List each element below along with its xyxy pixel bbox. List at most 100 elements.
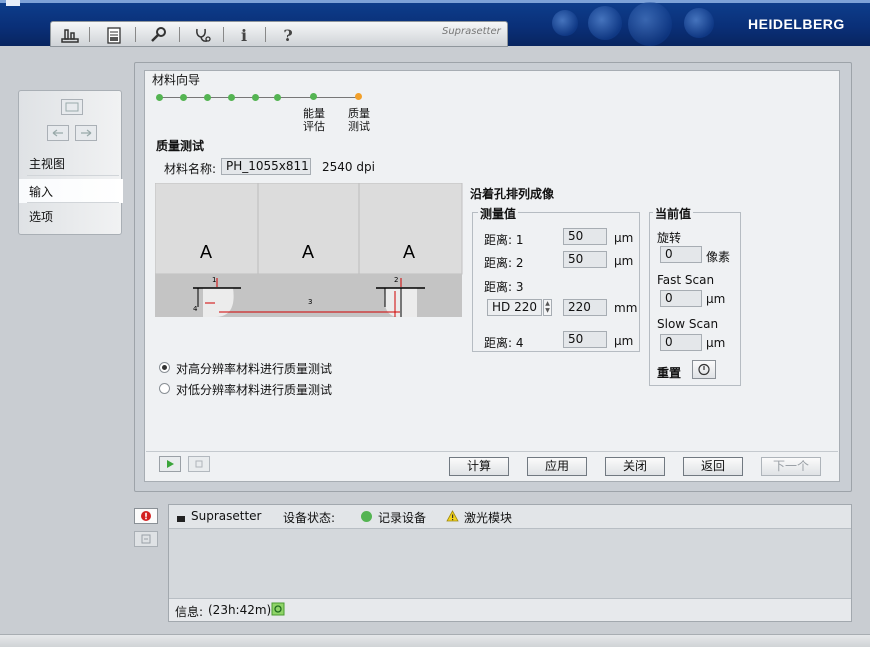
- nav-back-button[interactable]: [47, 125, 69, 141]
- fast-scan-value: 0: [660, 290, 702, 307]
- distance-3-unit: mm: [614, 301, 638, 315]
- diagram-marker: 2: [394, 276, 398, 284]
- main-toolbar: i ?: [50, 21, 508, 47]
- document-button[interactable]: [103, 25, 125, 45]
- rotation-label: 旋转: [657, 231, 682, 245]
- laser-module-label: 激光模块: [464, 511, 513, 525]
- diagram-marker: 1: [212, 276, 216, 284]
- nav-divider: [27, 175, 119, 176]
- recorder-label: 记录设备: [378, 511, 427, 525]
- section-title: 质量测试: [156, 139, 205, 153]
- step-label-line: 能量: [303, 107, 325, 120]
- material-name-label: 材料名称:: [164, 162, 217, 176]
- quality-test-diagram: A A A 1 2 3 4: [155, 183, 463, 317]
- step-dot-4: [228, 94, 235, 101]
- step-dot-2: [180, 94, 187, 101]
- error-button[interactable]: [134, 508, 158, 524]
- current-values-title: 当前值: [653, 205, 694, 222]
- resolution-text: 2540 dpi: [322, 160, 375, 174]
- fast-scan-label: Fast Scan: [657, 273, 715, 287]
- distance-2-input[interactable]: 50: [563, 251, 607, 268]
- fast-scan-unit: μm: [706, 292, 726, 306]
- nav-item-input[interactable]: 输入: [29, 183, 53, 200]
- document-icon: [107, 26, 121, 44]
- info-button[interactable]: i: [233, 25, 255, 45]
- apply-button[interactable]: 应用: [527, 457, 587, 476]
- distance-4-label: 距离: 4: [484, 336, 524, 350]
- decor-orb-icon: [684, 8, 714, 38]
- play-icon: [167, 460, 174, 468]
- diagram-letter: A: [200, 242, 212, 262]
- nav-divider: [27, 202, 119, 203]
- warning-icon: [446, 510, 459, 522]
- reset-button[interactable]: [692, 360, 716, 379]
- plate-type-select[interactable]: HD 220: [487, 299, 542, 316]
- service-button[interactable]: [191, 25, 213, 45]
- diagram-letter: A: [403, 242, 415, 262]
- rotation-value: 0: [660, 246, 702, 263]
- decor-orb-icon: [628, 2, 672, 46]
- measured-values-title: 测量值: [478, 205, 519, 222]
- stop-icon: [195, 460, 203, 468]
- wrench-icon: [151, 27, 166, 42]
- log-icon: [141, 534, 151, 544]
- heidelberg-logo: HEIDELBERG: [748, 16, 845, 32]
- close-button[interactable]: 关闭: [605, 457, 665, 476]
- help-button[interactable]: ?: [277, 25, 299, 45]
- info-label: 信息:: [175, 605, 204, 619]
- distance-1-input[interactable]: 50: [563, 228, 607, 245]
- stethoscope-icon: [196, 28, 211, 42]
- overview-icon: [61, 29, 79, 43]
- stop-button[interactable]: [188, 456, 210, 472]
- radio-high-resolution[interactable]: [159, 362, 170, 373]
- device-state-label: 设备状态:: [283, 511, 336, 525]
- log-button[interactable]: [134, 531, 158, 547]
- distance-3-label: 距离: 3: [484, 280, 524, 294]
- plate-type-spinner[interactable]: ▲ ▼: [543, 299, 552, 316]
- tools-button[interactable]: [147, 25, 169, 45]
- recorder-status-icon: [361, 511, 372, 522]
- distance-2-label: 距离: 2: [484, 256, 524, 270]
- diagram-marker: 4: [193, 305, 198, 313]
- step-label-line: 质量: [348, 107, 370, 120]
- slow-scan-unit: μm: [706, 336, 726, 350]
- rotation-unit: 像素: [706, 250, 731, 264]
- play-button[interactable]: [159, 456, 181, 472]
- app-icon: [6, 0, 20, 6]
- distance-1-label: 距离: 1: [484, 233, 524, 247]
- toolbar-separator: [223, 27, 224, 42]
- alignment-title: 沿着孔排列成像: [470, 187, 555, 201]
- distance-4-input[interactable]: 50: [563, 331, 607, 348]
- distance-1-unit: μm: [614, 231, 634, 245]
- info-time: (23h:42m): [208, 603, 272, 617]
- step-label-energy: 能量 评估: [299, 107, 329, 133]
- step-dot-5: [252, 94, 259, 101]
- nav-item-options[interactable]: 选项: [29, 208, 53, 225]
- nav-item-main-view[interactable]: 主视图: [29, 155, 65, 172]
- nav-home-button[interactable]: [61, 99, 83, 115]
- step-connector: [160, 97, 360, 98]
- distance-4-unit: μm: [614, 334, 634, 348]
- calculate-button[interactable]: 计算: [449, 457, 509, 476]
- step-dot-energy: [310, 93, 317, 100]
- radio-low-label[interactable]: 对低分辨率材料进行质量测试: [176, 381, 332, 398]
- decor-orb-icon: [588, 6, 622, 40]
- overview-button[interactable]: [59, 25, 81, 45]
- distance-2-unit: μm: [614, 254, 634, 268]
- diagram-marker: 3: [308, 298, 312, 306]
- error-icon: [141, 511, 151, 521]
- reset-label: 重置: [657, 366, 682, 380]
- button-bar-divider: [146, 451, 838, 452]
- window-top-edge: [0, 0, 870, 3]
- decor-orb-icon: [552, 10, 578, 36]
- step-dot-quality: [355, 93, 362, 100]
- nav-forward-button[interactable]: [75, 125, 97, 141]
- wizard-title: 材料向导: [150, 71, 203, 88]
- back-button[interactable]: 返回: [683, 457, 743, 476]
- next-button[interactable]: 下一个: [761, 457, 821, 476]
- radio-low-resolution[interactable]: [159, 383, 170, 394]
- step-dot-3: [204, 94, 211, 101]
- distance-3-input[interactable]: 220: [563, 299, 607, 316]
- radio-high-label[interactable]: 对高分辨率材料进行质量测试: [176, 360, 332, 377]
- step-dot-6: [274, 94, 281, 101]
